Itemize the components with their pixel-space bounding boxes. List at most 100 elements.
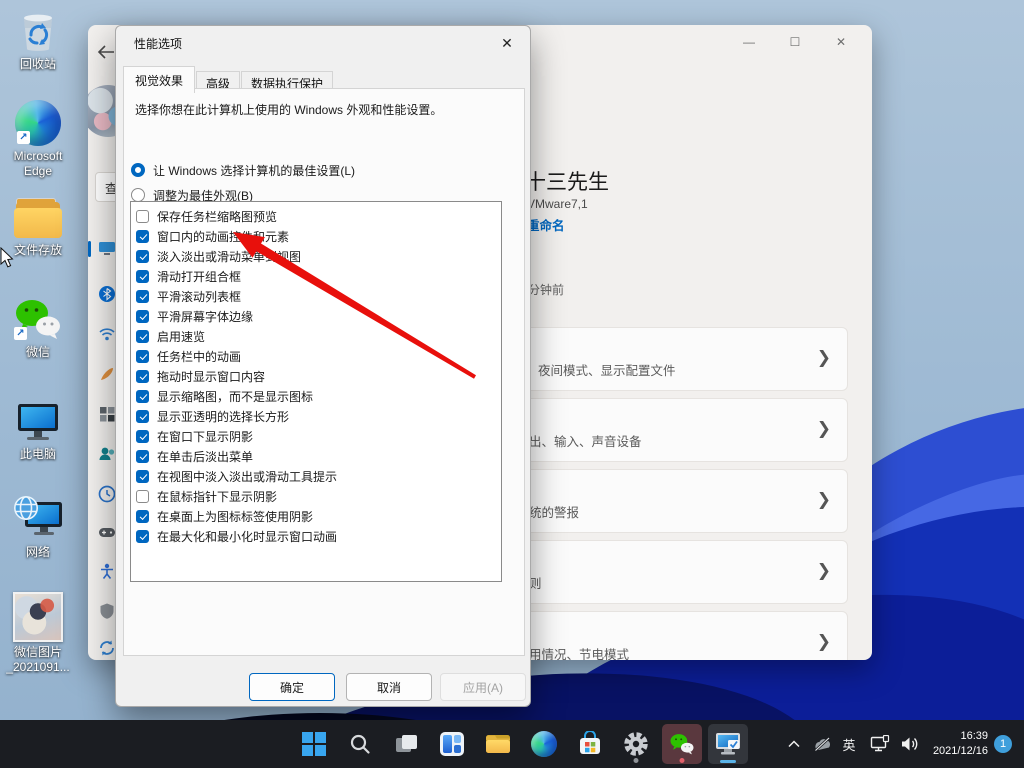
maximize-button[interactable]: ☐ [772, 25, 818, 59]
sidebar-item-privacy[interactable] [98, 602, 116, 620]
this-pc-icon [13, 398, 63, 444]
volume-tray-button[interactable] [896, 720, 924, 768]
minimize-button[interactable]: — [726, 25, 772, 59]
checkbox[interactable] [136, 230, 149, 243]
recycle-bin-icon [15, 8, 61, 54]
shortcut-arrow-icon: ↗ [14, 327, 27, 340]
sidebar-item-apps[interactable] [98, 405, 116, 423]
desktop-icon-network[interactable]: 网络 [1, 492, 75, 560]
nav-selected-indicator [88, 241, 91, 257]
visual-effects-list[interactable]: 保存任务栏缩略图预览 窗口内的动画控件和元素 淡入淡出或滑动菜单到视图 滑动打开… [130, 201, 502, 582]
checkbox[interactable] [136, 410, 149, 423]
checkbox[interactable] [136, 490, 149, 503]
checkbox[interactable] [136, 470, 149, 483]
tray-expand-button[interactable] [782, 720, 806, 768]
radio-icon[interactable] [131, 163, 145, 177]
sidebar-item-personalization[interactable] [98, 365, 116, 383]
effect-option[interactable]: 显示缩略图，而不是显示图标 [131, 386, 501, 406]
ime-language-indicator[interactable]: 英 [836, 720, 862, 768]
desktop-icon-wechat-image[interactable]: 微信图片 _2021091... [1, 592, 75, 675]
desktop-icon-recycle-bin[interactable]: 回收站 [1, 8, 75, 72]
back-icon[interactable] [97, 45, 115, 59]
card-description: 用情况、节电模式 [529, 644, 629, 660]
effect-option[interactable]: 在单击后淡出菜单 [131, 446, 501, 466]
cancel-button[interactable]: 取消 [346, 673, 432, 701]
checkbox[interactable] [136, 510, 149, 523]
checkbox[interactable] [136, 330, 149, 343]
tray-time: 16:39 [922, 729, 988, 744]
effect-option[interactable]: 平滑屏幕字体边缘 [131, 306, 501, 326]
effect-option[interactable]: 淡入淡出或滑动菜单到视图 [131, 246, 501, 266]
edge-button[interactable] [524, 724, 564, 764]
dialog-title: 性能选项 [134, 35, 182, 52]
ethernet-icon [870, 735, 890, 753]
sidebar-item-time-language[interactable] [98, 485, 116, 503]
active-window-indicator [720, 760, 736, 763]
checkbox[interactable] [136, 530, 149, 543]
store-button[interactable] [570, 724, 610, 764]
task-view-button[interactable] [386, 724, 426, 764]
card-description: 统的警报 [529, 502, 579, 521]
checkbox[interactable] [136, 270, 149, 283]
effect-option[interactable]: 窗口内的动画控件和元素 [131, 226, 501, 246]
checkbox[interactable] [136, 350, 149, 363]
slashed-status-icon [814, 737, 831, 752]
checkbox[interactable] [136, 290, 149, 303]
notification-badge[interactable]: 1 [994, 735, 1012, 753]
rename-link[interactable]: 重命名 [527, 215, 565, 234]
gear-icon [623, 731, 649, 757]
effect-option[interactable]: 平滑滚动列表框 [131, 286, 501, 306]
widgets-button[interactable] [432, 724, 472, 764]
checkbox[interactable] [136, 370, 149, 383]
clock[interactable]: 16:39 2021/12/16 [922, 729, 988, 759]
effect-option[interactable]: 滑动打开组合框 [131, 266, 501, 286]
effect-option[interactable]: 在鼠标指针下显示阴影 [131, 486, 501, 506]
dialog-close-button[interactable]: ✕ [492, 30, 522, 56]
folder-icon [14, 202, 62, 240]
ok-button[interactable]: 确定 [249, 673, 335, 701]
apply-button[interactable]: 应用(A) [440, 673, 526, 701]
sidebar-item-accessibility[interactable] [98, 562, 116, 580]
desktop-icon-this-pc[interactable]: 此电脑 [1, 398, 75, 462]
effect-option[interactable]: 在窗口下显示阴影 [131, 426, 501, 446]
checkbox[interactable] [136, 310, 149, 323]
effect-option[interactable]: 在桌面上为图标标签使用阴影 [131, 506, 501, 526]
checkbox[interactable] [136, 210, 149, 223]
checkbox[interactable] [136, 250, 149, 263]
performance-options-dialog: 性能选项 ✕ 视觉效果 高级 数据执行保护 选择你想在此计算机上使用的 Wind… [115, 25, 531, 707]
system-properties-button[interactable] [708, 724, 748, 764]
start-button[interactable] [294, 724, 334, 764]
sidebar-item-network[interactable] [98, 325, 116, 343]
sidebar-item-bluetooth[interactable] [98, 285, 116, 303]
radio-icon[interactable] [131, 188, 145, 202]
sidebar-item-windows-update[interactable] [98, 639, 116, 657]
wechat-taskbar-button[interactable] [662, 724, 702, 764]
settings-button[interactable] [616, 724, 656, 764]
effect-option[interactable]: 拖动时显示窗口内容 [131, 366, 501, 386]
effect-option[interactable]: 保存任务栏缩略图预览 [131, 206, 501, 226]
radio-let-windows-choose[interactable]: 让 Windows 选择计算机的最佳设置(L) [131, 162, 355, 178]
desktop-icon-wechat[interactable]: ↗ 微信 [1, 296, 75, 360]
network-tray-button[interactable] [866, 720, 894, 768]
checkbox[interactable] [136, 390, 149, 403]
sidebar-item-system[interactable] [98, 239, 116, 257]
desktop-icon-edge[interactable]: ↗ Microsoft Edge [1, 100, 75, 179]
effect-option[interactable]: 任务栏中的动画 [131, 346, 501, 366]
system-properties-icon [714, 731, 742, 757]
effect-option[interactable]: 显示亚透明的选择长方形 [131, 406, 501, 426]
close-button[interactable]: ✕ [818, 25, 864, 59]
checkbox[interactable] [136, 450, 149, 463]
mouse-cursor [0, 247, 14, 268]
wechat-icon [668, 732, 696, 756]
tray-status-button[interactable] [810, 720, 834, 768]
effect-option[interactable]: 在视图中淡入淡出或滑动工具提示 [131, 466, 501, 486]
tab-visual-effects[interactable]: 视觉效果 [123, 66, 195, 93]
taskbar: 英 16:39 2021/12/16 1 [0, 720, 1024, 768]
sidebar-item-gaming[interactable] [98, 523, 116, 541]
sidebar-item-accounts[interactable] [98, 445, 116, 463]
effect-option[interactable]: 启用速览 [131, 326, 501, 346]
search-button[interactable] [340, 724, 380, 764]
effect-option[interactable]: 在最大化和最小化时显示窗口动画 [131, 526, 501, 546]
file-explorer-button[interactable] [478, 724, 518, 764]
checkbox[interactable] [136, 430, 149, 443]
